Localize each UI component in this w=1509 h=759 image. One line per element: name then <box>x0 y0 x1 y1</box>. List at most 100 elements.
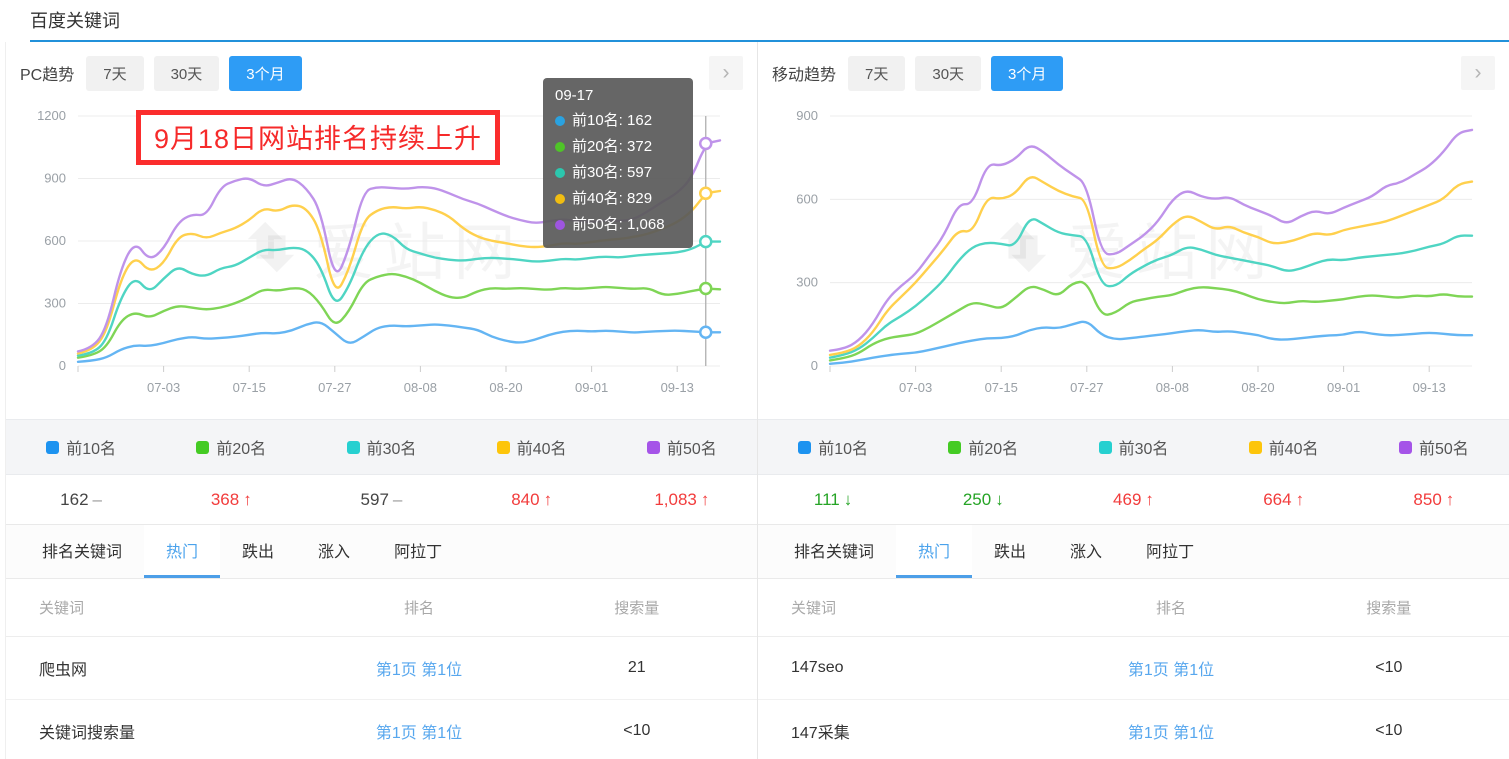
column-header-keyword: 关键词 <box>758 597 1073 618</box>
svg-text:300: 300 <box>796 275 818 290</box>
trend-arrow-icon: ↑ <box>544 490 553 509</box>
legend-item-top50[interactable]: 前50名 <box>607 435 757 459</box>
mobile-trend-panel: 移动趋势 7天 30天 3个月 › 爱站网 030060090007-0307-… <box>757 42 1509 759</box>
table-row: 147采集 第1页 第1位 <10 <box>758 700 1509 759</box>
mobile-range-7d-button[interactable]: 7天 <box>848 56 905 91</box>
mobile-table-header: 关键词 排名 搜索量 <box>758 579 1509 637</box>
legend-label: 前40名 <box>517 435 567 459</box>
legend-item-top50[interactable]: 前50名 <box>1359 435 1509 459</box>
legend-swatch-icon <box>798 441 811 454</box>
legend-item-top10[interactable]: 前10名 <box>6 435 156 459</box>
series-dot-icon <box>555 220 565 230</box>
rank-link[interactable]: 第1页 第1位 <box>1128 662 1214 679</box>
series-dot-icon <box>555 142 565 152</box>
volume-cell: <10 <box>1269 722 1509 740</box>
trend-arrow-icon: ↓ <box>844 490 853 509</box>
legend-label: 前50名 <box>1419 435 1469 459</box>
legend-swatch-icon <box>1099 441 1112 454</box>
trend-arrow-icon: ↑ <box>1446 490 1455 509</box>
column-header-rank: 排名 <box>1073 597 1268 618</box>
legend-item-top20[interactable]: 前20名 <box>908 435 1058 459</box>
summary-value: 368↑ <box>156 490 306 510</box>
pc-table-header: 关键词 排名 搜索量 <box>6 579 757 637</box>
legend-label: 前20名 <box>968 435 1018 459</box>
legend-item-top40[interactable]: 前40名 <box>1209 435 1359 459</box>
rank-link[interactable]: 第1页 第1位 <box>376 662 462 679</box>
legend-swatch-icon <box>647 441 660 454</box>
tooltip-row-text: 前10名: 162 <box>572 108 652 134</box>
trend-arrow-icon: – <box>93 490 102 509</box>
keyword-cell: 关键词搜索量 <box>6 719 321 743</box>
tab-ranking-keywords[interactable]: 排名关键词 <box>20 525 144 578</box>
keyword-cell: 147采集 <box>758 719 1073 743</box>
legend-label: 前50名 <box>667 435 717 459</box>
tab-hot[interactable]: 热门 <box>896 525 972 578</box>
summary-value: 850↑ <box>1359 490 1509 510</box>
rank-link[interactable]: 第1页 第1位 <box>1128 725 1214 742</box>
pc-panel-title: PC趋势 <box>20 61 74 85</box>
pc-range-3m-button[interactable]: 3个月 <box>229 56 301 91</box>
tooltip-row-text: 前30名: 597 <box>572 160 652 186</box>
tab-hot[interactable]: 热门 <box>144 525 220 578</box>
panels-container: PC趋势 7天 30天 3个月 › 爱站网 0300600900120007-0… <box>5 42 1509 759</box>
annotation-box: 9月18日网站排名持续上升 <box>136 110 500 165</box>
legend-swatch-icon <box>46 441 59 454</box>
tab-dropped[interactable]: 跌出 <box>972 525 1048 578</box>
tab-aladdin[interactable]: 阿拉丁 <box>372 525 464 578</box>
keyword-cell: 爬虫网 <box>6 656 321 680</box>
mobile-panel-header: 移动趋势 7天 30天 3个月 › <box>772 54 1495 92</box>
summary-value: 597– <box>306 490 456 510</box>
svg-text:08-08: 08-08 <box>404 380 437 395</box>
legend-item-top10[interactable]: 前10名 <box>758 435 908 459</box>
chevron-right-icon[interactable]: › <box>709 56 743 90</box>
pc-summary-row: 162– 368↑ 597– 840↑ 1,083↑ <box>6 475 757 525</box>
pc-chart-area[interactable]: 爱站网 0300600900120007-0307-1507-2708-0808… <box>20 94 743 419</box>
legend-label: 前10名 <box>66 435 116 459</box>
svg-text:0: 0 <box>811 358 818 373</box>
pc-range-30d-button[interactable]: 30天 <box>154 56 220 91</box>
legend-swatch-icon <box>497 441 510 454</box>
mobile-panel-title: 移动趋势 <box>772 61 836 85</box>
column-header-volume: 搜索量 <box>1269 597 1509 618</box>
legend-swatch-icon <box>1249 441 1262 454</box>
summary-value: 469↑ <box>1058 490 1208 510</box>
trend-arrow-icon: ↓ <box>995 490 1004 509</box>
tooltip-row: 前40名: 829 <box>555 186 681 212</box>
chart-tooltip: 09-17 前10名: 162 前20名: 372 前30名: 597 前40名… <box>543 78 693 248</box>
svg-text:09-01: 09-01 <box>1327 380 1360 395</box>
mobile-summary-row: 111↓ 250↓ 469↑ 664↑ 850↑ <box>758 475 1509 525</box>
svg-text:07-27: 07-27 <box>1070 380 1103 395</box>
tooltip-row: 前50名: 1,068 <box>555 212 681 238</box>
pc-range-7d-button[interactable]: 7天 <box>86 56 143 91</box>
legend-swatch-icon <box>1399 441 1412 454</box>
trend-arrow-icon: ↑ <box>1145 490 1154 509</box>
svg-text:1200: 1200 <box>37 108 66 123</box>
tab-risen[interactable]: 涨入 <box>296 525 372 578</box>
rank-link[interactable]: 第1页 第1位 <box>376 725 462 742</box>
svg-text:08-20: 08-20 <box>1241 380 1274 395</box>
tab-aladdin[interactable]: 阿拉丁 <box>1124 525 1216 578</box>
tab-risen[interactable]: 涨入 <box>1048 525 1124 578</box>
mobile-tabs-row: 排名关键词 热门 跌出 涨入 阿拉丁 <box>758 525 1509 579</box>
tooltip-row: 前10名: 162 <box>555 108 681 134</box>
legend-item-top20[interactable]: 前20名 <box>156 435 306 459</box>
svg-text:900: 900 <box>796 108 818 123</box>
legend-item-top40[interactable]: 前40名 <box>457 435 607 459</box>
pc-trend-panel: PC趋势 7天 30天 3个月 › 爱站网 0300600900120007-0… <box>6 42 757 759</box>
chevron-right-icon[interactable]: › <box>1461 56 1495 90</box>
svg-text:07-15: 07-15 <box>233 380 266 395</box>
tab-dropped[interactable]: 跌出 <box>220 525 296 578</box>
legend-item-top30[interactable]: 前30名 <box>306 435 456 459</box>
legend-item-top30[interactable]: 前30名 <box>1058 435 1208 459</box>
page-header: 百度关键词 <box>0 0 1509 40</box>
summary-value: 664↑ <box>1209 490 1359 510</box>
mobile-chart-area[interactable]: 爱站网 030060090007-0307-1507-2708-0808-200… <box>772 94 1495 419</box>
series-dot-icon <box>555 194 565 204</box>
tab-ranking-keywords[interactable]: 排名关键词 <box>772 525 896 578</box>
mobile-range-3m-button[interactable]: 3个月 <box>991 56 1063 91</box>
series-dot-icon <box>555 116 565 126</box>
summary-value: 250↓ <box>908 490 1058 510</box>
svg-text:07-03: 07-03 <box>147 380 180 395</box>
legend-swatch-icon <box>948 441 961 454</box>
mobile-range-30d-button[interactable]: 30天 <box>915 56 981 91</box>
